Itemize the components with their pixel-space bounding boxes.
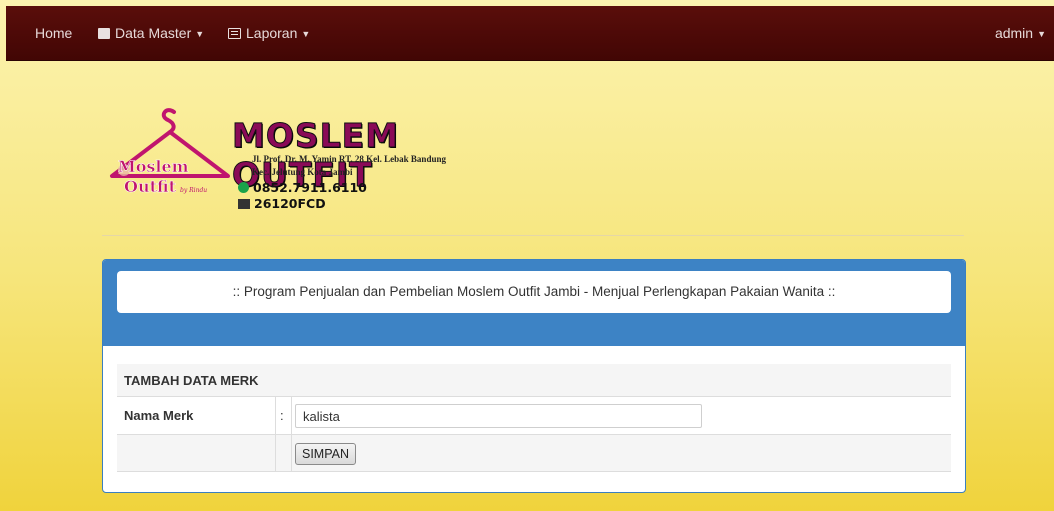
report-icon <box>228 28 241 39</box>
nav-laporan[interactable]: Laporan ▼ <box>228 6 310 61</box>
address-line-2: Kec. Jelutung Kota Jambi <box>252 167 353 177</box>
phone-number: 0852.7911.6110 <box>238 180 367 195</box>
nama-merk-label: Nama Merk <box>124 408 194 423</box>
column-divider <box>291 397 292 434</box>
nav-user-menu[interactable]: admin ▼ <box>995 6 1046 61</box>
caret-down-icon: ▼ <box>1037 29 1046 39</box>
nav-home[interactable]: Home <box>35 6 72 61</box>
column-divider <box>275 435 276 471</box>
program-banner: :: Program Penjualan dan Pembelian Mosle… <box>117 271 951 313</box>
whatsapp-icon <box>238 182 249 193</box>
panel-header: :: Program Penjualan dan Pembelian Mosle… <box>103 260 965 346</box>
svg-text:Moslem: Moslem <box>118 157 189 176</box>
nav-laporan-label: Laporan <box>246 25 298 41</box>
submit-row: SIMPAN <box>117 435 951 472</box>
colon: : <box>280 408 284 423</box>
nama-merk-input[interactable] <box>295 404 702 428</box>
address-line-1: Jl. Prof. Dr. M. Yamin RT. 28 Kel. Lebak… <box>252 154 446 164</box>
svg-text:by Rindu: by Rindu <box>180 187 207 194</box>
column-divider <box>291 435 292 471</box>
top-navbar: Home Data Master ▼ Laporan ▼ admin ▼ <box>6 6 1054 61</box>
hanger-logo-icon: Moslem Outfit by Rindu <box>110 108 230 196</box>
svg-text:Outfit: Outfit <box>124 177 177 196</box>
form-title: TAMBAH DATA MERK <box>124 373 259 388</box>
pin-bb: 26120FCD <box>238 196 326 211</box>
phone-text: 0852.7911.6110 <box>253 180 367 195</box>
nav-data-master[interactable]: Data Master ▼ <box>98 6 204 61</box>
main-panel: :: Program Penjualan dan Pembelian Mosle… <box>102 259 966 493</box>
simpan-button[interactable]: SIMPAN <box>295 443 356 465</box>
caret-down-icon: ▼ <box>195 29 205 39</box>
form-title-row: TAMBAH DATA MERK <box>117 364 951 397</box>
nav-user-label: admin <box>994 25 1034 41</box>
nav-home-label: Home <box>35 25 73 41</box>
blackberry-icon <box>238 199 250 209</box>
divider <box>102 235 964 236</box>
column-divider <box>275 397 276 434</box>
nama-merk-row: Nama Merk : <box>117 397 951 435</box>
database-icon <box>98 28 110 39</box>
nav-data-master-label: Data Master <box>115 25 192 41</box>
company-logo: Moslem Outfit by Rindu MOSLEM OUTFIT Jl.… <box>104 104 484 244</box>
pin-text: 26120FCD <box>254 196 326 211</box>
caret-down-icon: ▼ <box>301 29 311 39</box>
